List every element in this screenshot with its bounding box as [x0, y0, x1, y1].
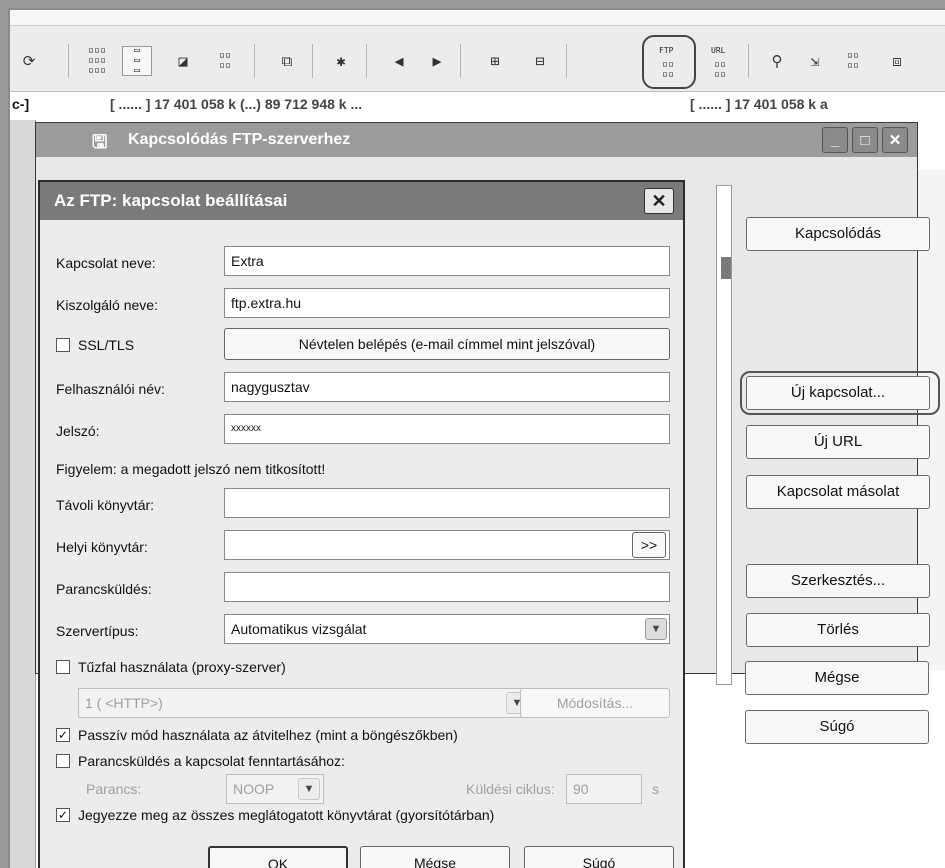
- init-command-label: Parancsküldés:: [56, 581, 152, 597]
- proxy-select-value: 1 ( <HTTP>): [85, 695, 163, 711]
- connection-name-input[interactable]: Extra: [224, 246, 670, 276]
- host-name-label: Kiszolgáló neve:: [56, 297, 158, 313]
- keepalive-command-value: NOOP: [233, 781, 275, 797]
- cache-label: Jegyezze meg az összes meglátogatott kön…: [78, 807, 495, 823]
- server-type-value: Automatikus vizsgálat: [231, 621, 367, 637]
- outer-help-button[interactable]: Súgó: [745, 710, 929, 744]
- close-button[interactable]: ✕: [882, 127, 908, 153]
- pack-icon[interactable]: ⊞: [480, 46, 510, 76]
- username-label: Felhasználói név:: [56, 381, 165, 397]
- keepalive-unit: s: [652, 781, 659, 797]
- left-panel-edge: [10, 120, 36, 868]
- connection-list-selection: [721, 257, 731, 279]
- free-space-left: [ ...... ] 17 401 058 k (...) 89 712 948…: [110, 96, 363, 112]
- toolbar-separator: [748, 44, 749, 78]
- ftp-settings-dialog: Az FTP: kapcsolat beállításai ✕ Kapcsola…: [38, 180, 685, 868]
- passive-mode-label: Passzív mód használata az átvitelhez (mi…: [78, 727, 458, 743]
- remote-dir-label: Távoli könyvtár:: [56, 497, 155, 513]
- select-icon[interactable]: ✱: [326, 46, 356, 76]
- anonymous-login-button[interactable]: Névtelen belépés (e-mail címmel mint jel…: [224, 328, 670, 360]
- ssl-label: SSL/TLS: [78, 337, 135, 353]
- keepalive-command-label: Parancs:: [86, 781, 142, 797]
- toolbar-separator: [460, 44, 461, 78]
- modify-proxy-button[interactable]: Módosítás...: [520, 688, 670, 718]
- new-url-button[interactable]: Új URL: [746, 425, 930, 459]
- save-icon: 🖫: [92, 132, 108, 152]
- maximize-button[interactable]: □: [852, 127, 878, 153]
- init-command-input[interactable]: [224, 572, 670, 602]
- edit-button[interactable]: Szerkesztés...: [746, 564, 930, 598]
- connection-name-label: Kapcsolat neve:: [56, 255, 156, 271]
- server-type-select[interactable]: Automatikus vizsgálat: [224, 614, 670, 644]
- unpack-icon[interactable]: ⊟: [525, 46, 555, 76]
- sync-icon[interactable]: ⇲: [800, 46, 830, 76]
- toolbar-separator: [566, 44, 567, 78]
- forward-icon[interactable]: ▶: [422, 46, 452, 76]
- passive-mode-checkbox[interactable]: ✓: [56, 728, 70, 742]
- thumbnails-icon[interactable]: ▫▫ ▫▫: [210, 46, 240, 76]
- ok-button[interactable]: OK: [208, 846, 348, 868]
- ftp-settings-title: Az FTP: kapcsolat beállításai: [54, 191, 288, 210]
- refresh-icon[interactable]: ⟳: [14, 46, 44, 76]
- back-icon[interactable]: ◀: [384, 46, 414, 76]
- toolbar-separator: [254, 44, 255, 78]
- keepalive-interval-label: Küldési ciklus:: [466, 781, 555, 797]
- keepalive-interval-input[interactable]: 90: [566, 774, 642, 804]
- connect-button[interactable]: Kapcsolódás: [746, 217, 930, 251]
- outer-cancel-button[interactable]: Mégse: [745, 661, 929, 695]
- compare-icon[interactable]: ⧉: [272, 46, 302, 76]
- full-view-icon[interactable]: ▭ ▭ ▭: [122, 46, 152, 76]
- brief-view-icon[interactable]: ▫▫▫ ▫▫▫ ▫▫▫: [82, 46, 112, 76]
- drive-selector[interactable]: c-]: [12, 96, 29, 112]
- password-input[interactable]: xxxxxx: [224, 414, 670, 444]
- ssl-checkbox[interactable]: [56, 338, 70, 352]
- cache-checkbox[interactable]: ✓: [56, 808, 70, 822]
- ftp-connect-icon[interactable]: FTP ▫▫ ▫▫: [653, 46, 683, 80]
- new-connection-button[interactable]: Új kapcsolat...: [746, 376, 930, 410]
- username-input[interactable]: nagygusztav: [224, 372, 670, 402]
- local-dir-label: Helyi könyvtár:: [56, 539, 148, 555]
- firewall-label: Tűzfal használata (proxy-szerver): [78, 659, 286, 675]
- free-space-right: [ ...... ] 17 401 058 k a: [690, 96, 828, 112]
- toolbar: ⟳ ▫▫▫ ▫▫▫ ▫▫▫ ▭ ▭ ▭ ◪ ▫▫ ▫▫ ⧉ ✱ ◀ ▶ ⊞ ⊟ FTP ▫…: [10, 10, 945, 92]
- application-window: ⟳ ▫▫▫ ▫▫▫ ▫▫▫ ▭ ▭ ▭ ◪ ▫▫ ▫▫ ⧉ ✱ ◀ ▶ ⊞ ⊟ FTP ▫…: [8, 8, 945, 868]
- browse-local-dir-button[interactable]: >>: [632, 532, 666, 558]
- password-label: Jelszó:: [56, 423, 100, 439]
- chevron-down-icon[interactable]: ▼: [645, 618, 667, 640]
- minimize-button[interactable]: _: [822, 127, 848, 153]
- copy-icon[interactable]: ⧈: [882, 46, 912, 76]
- ftp-settings-titlebar: Az FTP: kapcsolat beállításai ✕: [40, 182, 683, 220]
- server-type-label: Szervertípus:: [56, 623, 139, 639]
- cancel-button[interactable]: Mégse: [360, 846, 510, 868]
- ftp-icon-label: FTP: [659, 46, 674, 55]
- keepalive-label: Parancsküldés a kapcsolat fenntartásához…: [78, 753, 345, 769]
- url-icon-label: URL: [711, 46, 726, 55]
- delete-button[interactable]: Törlés: [746, 613, 930, 647]
- menu-strip: [10, 10, 945, 26]
- path-row: c-] [ ...... ] 17 401 058 k (...) 89 712…: [10, 94, 945, 116]
- password-warning: Figyelem: a megadott jelszó nem titkosít…: [56, 461, 326, 477]
- local-dir-input[interactable]: [224, 530, 670, 560]
- chevron-down-icon[interactable]: ▼: [298, 778, 320, 800]
- toolbar-separator: [366, 44, 367, 78]
- proxy-select[interactable]: 1 ( <HTTP>): [78, 688, 534, 718]
- toolbar-separator: [68, 44, 69, 78]
- ftp-connect-title: Kapcsolódás FTP-szerverhez: [128, 131, 351, 148]
- close-icon[interactable]: ✕: [644, 188, 674, 214]
- host-name-input[interactable]: ftp.extra.hu: [224, 288, 670, 318]
- remote-dir-input[interactable]: [224, 488, 670, 518]
- firewall-checkbox[interactable]: [56, 660, 70, 674]
- url-connect-icon[interactable]: URL ▫▫ ▫▫: [705, 46, 735, 80]
- toolbar-separator: [312, 44, 313, 78]
- copy-connection-button[interactable]: Kapcsolat másolat: [746, 475, 930, 509]
- tree-view-icon[interactable]: ◪: [168, 46, 198, 76]
- help-button[interactable]: Súgó: [524, 846, 674, 868]
- multi-rename-icon[interactable]: ▫▫ ▫▫: [838, 46, 868, 76]
- keepalive-checkbox[interactable]: [56, 754, 70, 768]
- ftp-connect-titlebar: 🖫 Kapcsolódás FTP-szerverhez _ □ ✕: [36, 123, 917, 157]
- search-icon[interactable]: ⚲: [762, 46, 792, 76]
